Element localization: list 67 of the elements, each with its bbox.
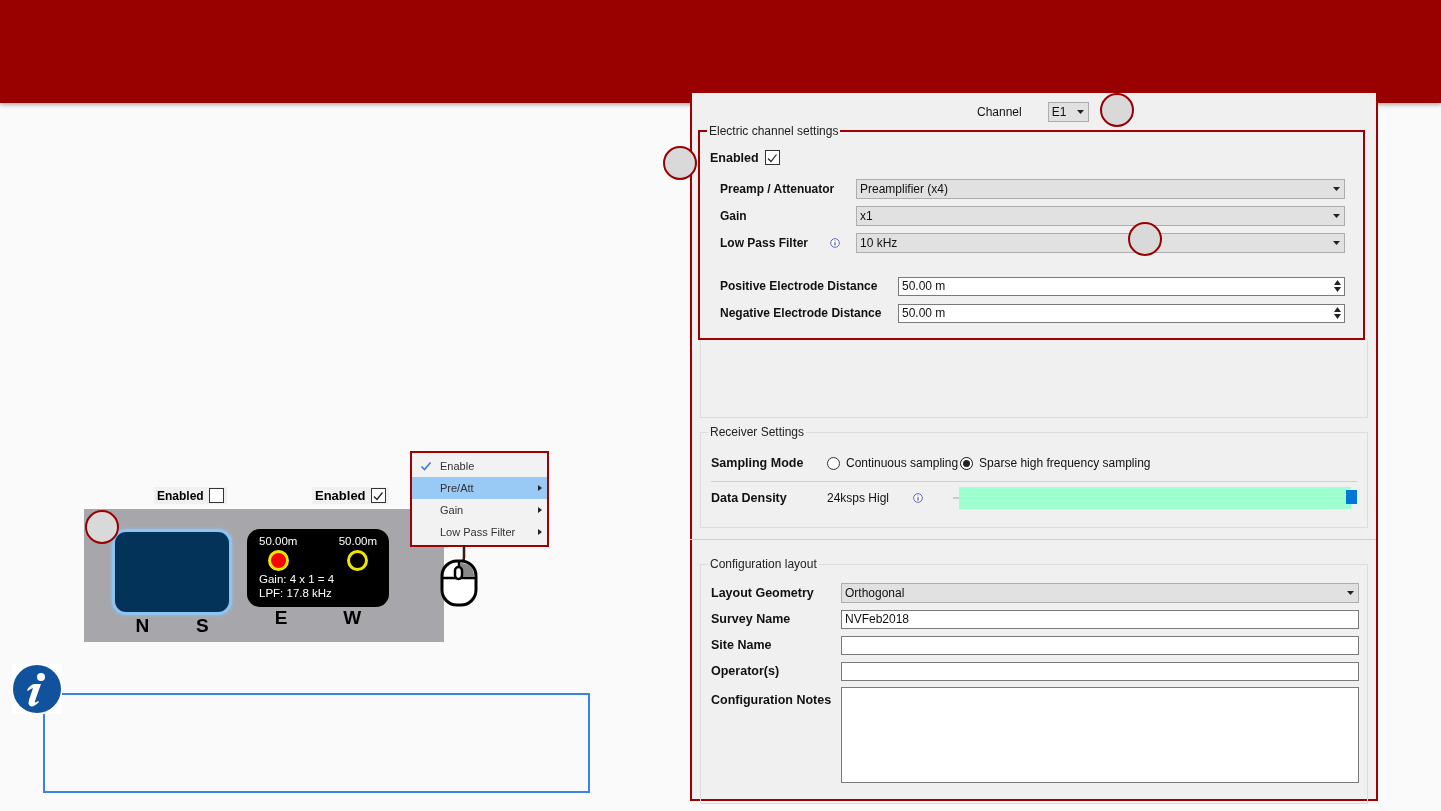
caret-icon bbox=[1333, 241, 1340, 245]
submenu-arrow-icon bbox=[538, 485, 542, 491]
spin-arrows-icon bbox=[1334, 307, 1341, 319]
field-label: Gain bbox=[720, 209, 747, 223]
field-label: Site Name bbox=[711, 638, 773, 652]
spin-field[interactable]: 50.00 m bbox=[898, 303, 1345, 323]
info-icon[interactable] bbox=[913, 493, 923, 503]
text-field[interactable]: NVFeb2018 bbox=[841, 609, 1359, 629]
group-title: Receiver Settings bbox=[708, 425, 807, 439]
density-reading: 24ksps Higl bbox=[827, 491, 891, 505]
caret-icon bbox=[1333, 187, 1340, 191]
submenu-arrow-icon bbox=[538, 529, 542, 535]
enabled-checkbox[interactable]: Enabled bbox=[312, 487, 389, 504]
enabled-checkbox[interactable]: Enabled bbox=[154, 487, 227, 504]
spin-field[interactable]: 50.00 m bbox=[898, 276, 1345, 296]
caret-icon bbox=[1076, 110, 1084, 114]
menu-item[interactable]: Gain bbox=[412, 499, 547, 521]
radio-label[interactable]: Continuous sampling bbox=[846, 456, 959, 470]
distance-label: 50.00m bbox=[338, 534, 377, 548]
field-label: Configuration Notes bbox=[711, 693, 833, 707]
caret-icon bbox=[1333, 214, 1340, 218]
field-label: Operator(s) bbox=[711, 664, 781, 678]
caret-icon bbox=[1347, 591, 1354, 595]
channel-info: Gain: 4 x 1 = 4 bbox=[259, 572, 336, 586]
group-title: Electric channel settings bbox=[707, 124, 841, 138]
menu-item[interactable]: Enable bbox=[412, 455, 547, 477]
menu-item[interactable]: Low Pass Filter bbox=[412, 521, 547, 543]
menu-item[interactable]: Pre/Att bbox=[412, 477, 547, 499]
enabled-checkbox[interactable]: Enabled bbox=[710, 150, 780, 165]
dropdown[interactable]: Preamplifier (x4) bbox=[856, 179, 1345, 199]
field-label: Survey Name bbox=[711, 612, 792, 626]
channel-box[interactable] bbox=[112, 529, 232, 615]
radio-label[interactable]: Sparse high frequency sampling bbox=[979, 456, 1151, 470]
check-icon bbox=[766, 151, 779, 164]
field-label: Positive Electrode Distance bbox=[720, 279, 878, 293]
text-field[interactable] bbox=[841, 661, 1359, 681]
field-label: Layout Geometry bbox=[711, 586, 815, 600]
slider-handle[interactable] bbox=[1346, 490, 1357, 504]
radio-button[interactable] bbox=[827, 456, 840, 470]
info-icon bbox=[12, 664, 62, 714]
direction-label: S bbox=[194, 616, 210, 636]
check-icon bbox=[372, 489, 385, 502]
dropdown[interactable]: x1 bbox=[856, 206, 1345, 226]
submenu-arrow-icon bbox=[538, 507, 542, 513]
direction-label: N bbox=[134, 616, 151, 636]
channel-label: Channel bbox=[977, 105, 1022, 119]
info-icon[interactable] bbox=[830, 238, 841, 248]
channel-box[interactable]: 50.00m 50.00m Gain: 4 x 1 = 4 LPF: 17.8 kHz bbox=[247, 529, 389, 607]
check-icon bbox=[420, 460, 432, 472]
spin-arrows-icon bbox=[1334, 280, 1341, 292]
field-label: Sampling Mode bbox=[711, 456, 805, 470]
field-label: Negative Electrode Distance bbox=[720, 306, 882, 320]
direction-label: W bbox=[342, 608, 363, 628]
distance-label: 50.00m bbox=[259, 534, 298, 548]
text-field[interactable] bbox=[841, 635, 1359, 655]
channel-info: LPF: 17.8 kHz bbox=[259, 586, 333, 600]
field-label: Low Pass Filter bbox=[720, 236, 809, 250]
group-title: Configuration layout bbox=[708, 557, 819, 571]
notes-field[interactable] bbox=[841, 687, 1359, 783]
dropdown[interactable]: 10 kHz bbox=[856, 233, 1345, 253]
dropdown[interactable]: Orthogonal bbox=[841, 583, 1359, 603]
radio-button[interactable] bbox=[960, 456, 974, 470]
direction-label: E bbox=[273, 608, 289, 628]
field-label: Preamp / Attenuator bbox=[720, 182, 835, 196]
field-label: Data Density bbox=[711, 491, 788, 505]
callout-marker bbox=[85, 510, 119, 544]
channel-dropdown[interactable]: E1 bbox=[1047, 102, 1089, 122]
